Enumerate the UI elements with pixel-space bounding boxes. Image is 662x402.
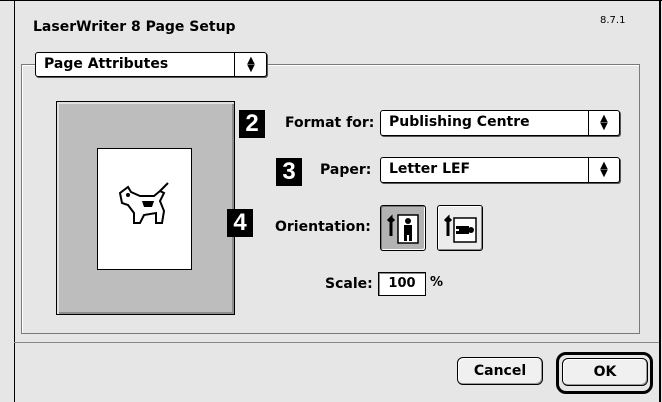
portrait-icon	[386, 214, 419, 244]
paper-label: Paper:	[320, 162, 372, 178]
popup-separator	[234, 53, 235, 76]
format-for-popup[interactable]: Publishing Centre ▲ ▼	[380, 110, 620, 136]
popup-separator	[588, 111, 589, 135]
bottom-separator	[14, 342, 659, 343]
page-preview	[56, 101, 235, 315]
landscape-icon	[443, 214, 477, 243]
window-top-border	[0, 0, 662, 1]
popup-arrows-icon: ▲ ▼	[247, 55, 255, 74]
portrait-orientation-button[interactable]	[380, 205, 426, 251]
format-for-value: Publishing Centre	[389, 114, 530, 130]
paper-popup[interactable]: Letter LEF ▲ ▼	[380, 157, 620, 183]
step-badge-4: 4	[227, 209, 253, 237]
step-badge-2: 2	[239, 110, 265, 138]
landscape-orientation-button[interactable]	[437, 205, 483, 251]
scale-unit: %	[430, 275, 444, 290]
section-popup[interactable]: Page Attributes ▲ ▼	[35, 52, 267, 77]
ok-button[interactable]: OK	[562, 358, 648, 386]
dogcow-icon	[118, 182, 169, 224]
version-label: 8.7.1	[600, 15, 626, 26]
paper-preview	[97, 148, 192, 270]
window-right-border	[659, 0, 661, 402]
paper-value: Letter LEF	[389, 161, 471, 177]
scale-label: Scale:	[325, 276, 373, 292]
cancel-button[interactable]: Cancel	[457, 357, 543, 385]
page-setup-dialog: LaserWriter 8 Page Setup 8.7.1 Page Attr…	[0, 0, 662, 402]
scale-input[interactable]: 100	[378, 272, 426, 296]
dialog-title: LaserWriter 8 Page Setup	[33, 19, 236, 35]
popup-arrows-icon: ▲ ▼	[600, 113, 608, 132]
step-badge-3: 3	[276, 158, 302, 186]
popup-arrows-icon: ▲ ▼	[600, 160, 608, 179]
orientation-label: Orientation:	[275, 219, 371, 235]
popup-separator	[588, 158, 589, 182]
section-popup-value: Page Attributes	[44, 56, 169, 72]
format-for-label: Format for:	[285, 115, 375, 131]
